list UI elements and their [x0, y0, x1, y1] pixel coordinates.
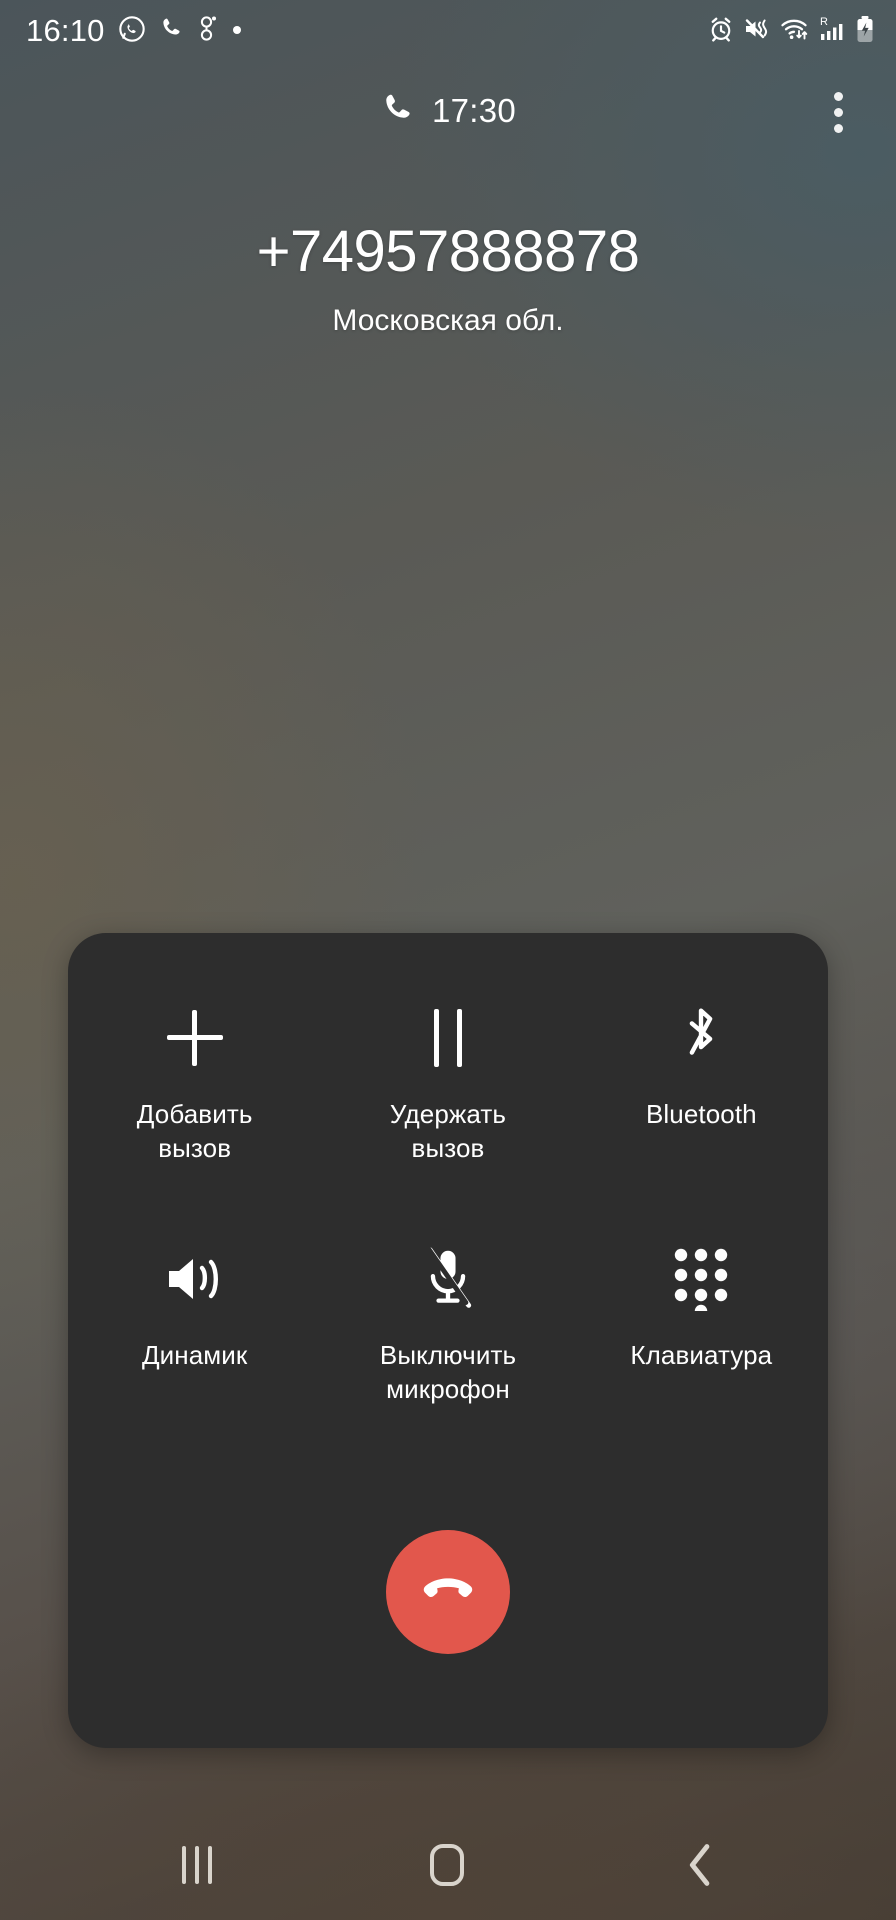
end-call-button[interactable] — [386, 1530, 510, 1654]
microphone-off-icon — [421, 1242, 475, 1316]
bluetooth-button[interactable]: Bluetooth — [575, 1001, 828, 1166]
vibrate-mute-icon — [743, 17, 771, 46]
mute-microphone-label: Выключить микрофон — [379, 1339, 517, 1404]
caller-info: +74957888878 Московская обл. — [0, 220, 896, 338]
back-icon[interactable] — [652, 1830, 748, 1900]
bluetooth-icon — [677, 1001, 725, 1075]
more-options-icon[interactable] — [808, 82, 868, 142]
speaker-label: Динамик — [141, 1339, 248, 1370]
call-duration-bar: 17:30 — [0, 78, 896, 144]
wifi-data-transfer-icon — [780, 17, 810, 46]
recents-icon[interactable] — [149, 1830, 245, 1900]
call-duration: 17:30 — [431, 92, 517, 129]
whatsapp-icon — [118, 15, 146, 48]
call-screen: 16:10 R 17:30 +74957888878 Московская об… — [0, 0, 896, 1920]
hang-up-icon — [415, 1558, 481, 1627]
keypad-button[interactable]: Клавиатура — [575, 1242, 828, 1407]
signal-roaming-icon: R — [819, 15, 847, 48]
caller-location: Московская обл. — [332, 303, 564, 337]
mute-microphone-button[interactable]: Выключить микрофон — [321, 1242, 574, 1407]
more-notifications-dot-icon — [232, 22, 242, 40]
speaker-icon — [165, 1242, 225, 1316]
keypad-label: Клавиатура — [630, 1339, 773, 1370]
speaker-button[interactable]: Динамик — [68, 1242, 321, 1407]
hold-call-button[interactable]: Удержать вызов — [321, 1001, 574, 1166]
hold-call-label: Удержать вызов — [389, 1099, 507, 1164]
overflow-dot — [833, 91, 843, 101]
phone-handset-icon — [380, 91, 416, 132]
overflow-dot — [833, 107, 843, 117]
svg-text:R: R — [820, 16, 828, 28]
home-icon[interactable] — [399, 1830, 495, 1900]
battery-charging-icon — [856, 15, 874, 48]
phone-call-icon — [159, 16, 184, 46]
status-clock: 16:10 — [26, 13, 105, 48]
in-call-options-panel: Добавить вызов Удержать вызов Bluetooth — [68, 933, 828, 1748]
caller-number: +74957888878 — [256, 219, 640, 284]
options-row-2: Динамик Выключить микрофон Клавиатура — [68, 1166, 828, 1407]
add-call-button[interactable]: Добавить вызов — [68, 1001, 321, 1166]
bluetooth-label: Bluetooth — [645, 1099, 757, 1129]
status-bar-right: R — [708, 15, 874, 48]
navigation-bar — [0, 1810, 896, 1920]
options-row-1: Добавить вызов Удержать вызов Bluetooth — [68, 933, 828, 1166]
add-call-label: Добавить вызов — [136, 1099, 253, 1164]
alarm-icon — [708, 16, 734, 47]
plus-icon — [166, 1001, 223, 1075]
pause-icon — [433, 1001, 462, 1075]
call-duration-wrap: 17:30 — [380, 91, 516, 132]
google-voice-icon — [197, 15, 219, 47]
dialpad-icon — [673, 1242, 729, 1316]
overflow-dot — [833, 123, 843, 133]
status-bar: 16:10 R — [0, 0, 896, 62]
status-bar-left: 16:10 — [26, 13, 242, 49]
